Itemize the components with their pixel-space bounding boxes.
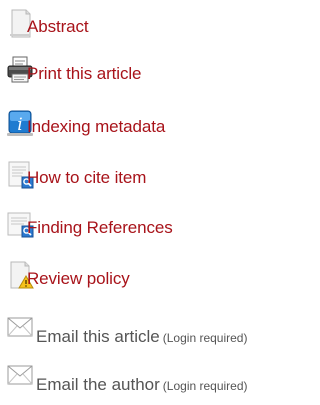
tool-item-cite: How to cite item (0, 159, 317, 201)
tool-item-abstract: Abstract (0, 8, 317, 50)
tool-item-indexing: i Indexing metadata (0, 108, 317, 150)
finding-references-link[interactable]: Finding References (27, 217, 173, 239)
reading-tools-list: Abstract Print this article i Indexing m… (0, 0, 317, 405)
abstract-link[interactable]: Abstract (27, 16, 89, 38)
login-required-note: (Login required) (162, 379, 248, 393)
how-to-cite-link[interactable]: How to cite item (27, 167, 146, 189)
email-author-label: Email the author (36, 375, 160, 394)
envelope-icon (5, 312, 35, 342)
indexing-metadata-link[interactable]: Indexing metadata (27, 116, 165, 138)
tool-item-email-article: Email this article (Login required) (0, 312, 317, 354)
tool-item-print: Print this article (0, 55, 317, 97)
envelope-icon (5, 360, 35, 390)
tool-item-finding: Finding References (0, 209, 317, 251)
tool-item-review: Review policy (0, 260, 317, 302)
review-policy-link[interactable]: Review policy (27, 268, 130, 290)
svg-text:i: i (17, 115, 22, 135)
email-article-text: Email this article (Login required) (36, 326, 247, 349)
email-article-label: Email this article (36, 327, 160, 346)
email-author-text: Email the author (Login required) (36, 374, 248, 397)
print-article-link[interactable]: Print this article (27, 63, 142, 85)
login-required-note: (Login required) (162, 331, 248, 345)
tool-item-email-author: Email the author (Login required) (0, 360, 317, 402)
